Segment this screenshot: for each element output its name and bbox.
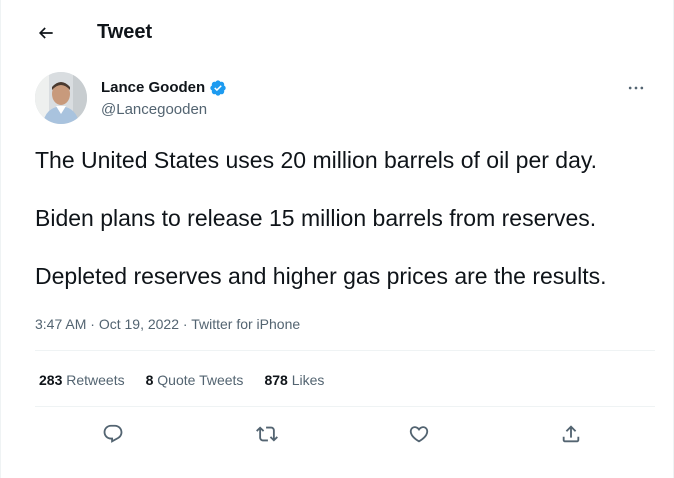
likes-label: Likes xyxy=(291,372,325,388)
tweet-meta: 3:47 AM · Oct 19, 2022 · Twitter for iPh… xyxy=(35,314,300,334)
quote-tweets-label: Quote Tweets xyxy=(157,372,244,388)
meta-separator: · xyxy=(90,316,95,332)
tweet-stats: 283 Retweets 8 Quote Tweets 878 Likes xyxy=(39,370,345,390)
divider xyxy=(35,350,655,351)
more-horizontal-icon xyxy=(628,86,644,90)
page-header: Tweet xyxy=(1,0,673,64)
more-options-button[interactable] xyxy=(621,76,651,100)
arrow-left-icon xyxy=(38,27,53,39)
tweet-detail-page: Tweet Lance Gooden @Lancegooden The Unit… xyxy=(0,0,674,478)
avatar[interactable] xyxy=(35,72,87,124)
back-button[interactable] xyxy=(29,16,63,50)
author-display-name[interactable]: Lance Gooden xyxy=(101,78,205,98)
meta-separator: · xyxy=(182,316,188,332)
tweet-text: The United States uses 20 million barrel… xyxy=(35,144,655,318)
tweet-actions xyxy=(35,416,655,452)
likes-stat[interactable]: 878 Likes xyxy=(264,370,324,390)
retweets-label: Retweets xyxy=(66,372,125,388)
tweet-text-line: Biden plans to release 15 million barrel… xyxy=(35,205,597,231)
author-handle[interactable]: @Lancegooden xyxy=(101,100,207,120)
retweet-button[interactable] xyxy=(249,416,285,452)
quote-tweets-count: 8 xyxy=(145,372,154,388)
author-name-row: Lance Gooden xyxy=(101,78,227,98)
tweet-author: Lance Gooden @Lancegooden xyxy=(35,72,655,128)
reply-button[interactable] xyxy=(95,416,131,452)
quote-tweets-stat[interactable]: 8 Quote Tweets xyxy=(146,370,244,390)
retweets-stat[interactable]: 283 Retweets xyxy=(39,370,125,390)
divider xyxy=(35,406,655,407)
tweet-text-line: Depleted reserves and higher gas prices … xyxy=(35,263,607,289)
tweet-time[interactable]: 3:47 AM xyxy=(35,316,86,332)
retweet-icon xyxy=(256,426,278,442)
page-title: Tweet xyxy=(97,21,153,43)
reply-icon xyxy=(103,424,123,443)
avatar-image xyxy=(35,72,87,124)
share-button[interactable] xyxy=(553,416,589,452)
tweet-text-line: The United States uses 20 million barrel… xyxy=(35,147,598,173)
likes-count: 878 xyxy=(264,372,288,388)
share-icon xyxy=(562,425,580,443)
heart-icon xyxy=(409,426,429,443)
tweet-source[interactable]: Twitter for iPhone xyxy=(191,316,300,332)
like-button[interactable] xyxy=(401,416,437,452)
tweet-date[interactable]: Oct 19, 2022 xyxy=(99,316,179,332)
verified-badge-icon xyxy=(210,80,226,96)
retweets-count: 283 xyxy=(39,372,63,388)
